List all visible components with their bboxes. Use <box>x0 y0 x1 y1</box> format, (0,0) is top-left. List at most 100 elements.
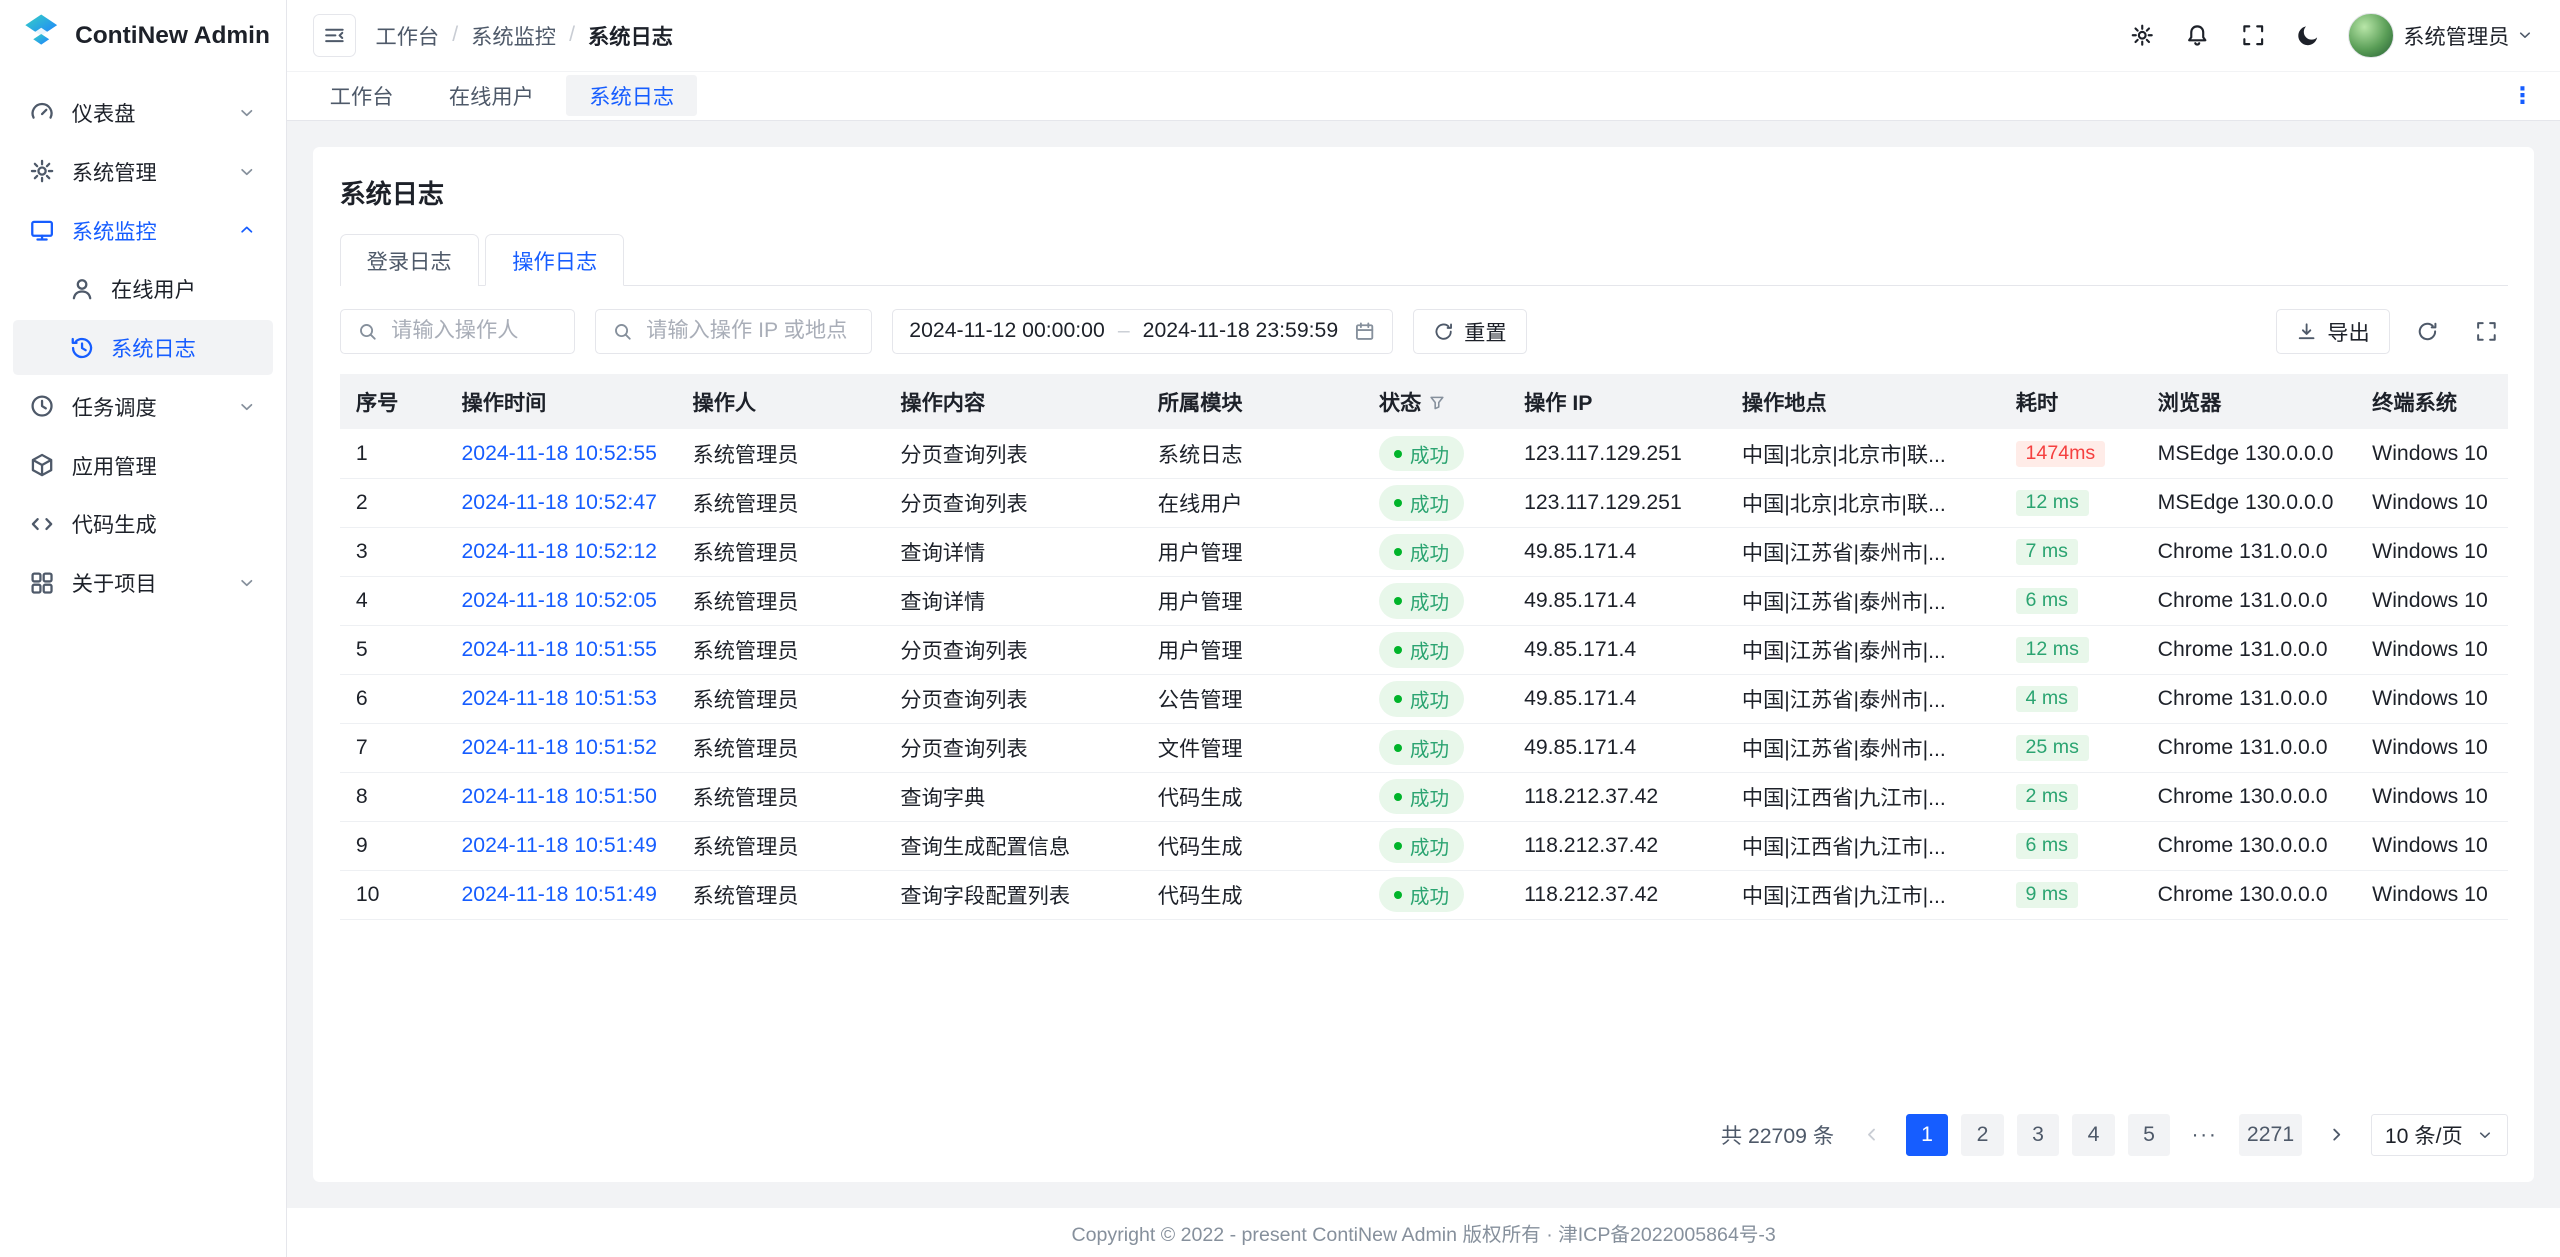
table-fullscreen-icon[interactable] <box>2465 310 2507 352</box>
export-button[interactable]: 导出 <box>2276 309 2391 355</box>
user-menu[interactable]: 系统管理员 <box>2403 20 2534 51</box>
cell-content: 分页查询列表 <box>884 625 1141 674</box>
settings-icon[interactable] <box>2119 13 2165 59</box>
cell-content: 查询生成配置信息 <box>884 821 1141 870</box>
operation-time-link[interactable]: 2024-11-18 10:52:05 <box>461 589 656 612</box>
tab-bar-more-icon[interactable]: ⋮ <box>2505 82 2541 109</box>
table-refresh-icon[interactable] <box>2407 310 2449 352</box>
operation-time-link[interactable]: 2024-11-18 10:51:49 <box>461 834 656 857</box>
cell-browser: Chrome 131.0.0.0 <box>2141 576 2356 625</box>
ip-search-input[interactable] <box>643 318 855 345</box>
monitor-icon <box>29 217 55 243</box>
sidebar-item-system-management[interactable]: 系统管理 <box>13 144 273 200</box>
cell-ip: 123.117.129.251 <box>1508 429 1726 478</box>
notification-bell-icon[interactable] <box>2175 13 2221 59</box>
pagination-ellipsis[interactable]: ··· <box>2183 1114 2225 1156</box>
dark-mode-moon-icon[interactable] <box>2286 13 2332 59</box>
copyright-text: Copyright © 2022 - present ContiNew Admi… <box>1072 1218 1776 1247</box>
cell-module: 用户管理 <box>1141 527 1362 576</box>
page-button-3[interactable]: 3 <box>2017 1114 2059 1156</box>
avatar[interactable] <box>2348 13 2394 59</box>
dashboard-icon <box>29 100 55 126</box>
status-badge: 成功 <box>1379 534 1464 570</box>
sidebar-item-app-management[interactable]: 应用管理 <box>13 437 273 493</box>
status-dot <box>1394 891 1402 899</box>
nav-tab-工作台[interactable]: 工作台 <box>307 75 416 116</box>
cell-browser: Chrome 131.0.0.0 <box>2141 674 2356 723</box>
table-row: 1 2024-11-18 10:52:55 系统管理员 分页查询列表 系统日志 … <box>340 429 2508 478</box>
page-button-4[interactable]: 4 <box>2072 1114 2114 1156</box>
sidebar-item-about-project[interactable]: 关于项目 <box>13 555 273 611</box>
table-row: 2 2024-11-18 10:52:47 系统管理员 分页查询列表 在线用户 … <box>340 478 2508 527</box>
cell-os: Windows 10 <box>2356 723 2508 772</box>
operation-time-link[interactable]: 2024-11-18 10:52:55 <box>461 442 656 465</box>
duration-badge: 9 ms <box>2016 882 2078 908</box>
breadcrumb-item[interactable]: 工作台 <box>375 20 439 51</box>
sidebar-menu: 仪表盘 系统管理 系统监控 在线用户 系统日志 任务调度 应用管理 代码生成 关 <box>0 72 286 624</box>
ip-search-field[interactable] <box>595 309 873 355</box>
schedule-icon <box>29 393 55 419</box>
column-header: 操作时间 <box>445 374 676 430</box>
log-tab-操作日志[interactable]: 操作日志 <box>485 234 624 287</box>
sidebar: ContiNew Admin 仪表盘 系统管理 系统监控 在线用户 系统日志 任… <box>0 0 287 1257</box>
duration-badge: 1474ms <box>2016 441 2105 467</box>
cell-os: Windows 10 <box>2356 429 2508 478</box>
table-row: 4 2024-11-18 10:52:05 系统管理员 查询详情 用户管理 成功… <box>340 576 2508 625</box>
settings-icon <box>29 158 55 184</box>
sidebar-item-dashboard[interactable]: 仪表盘 <box>13 85 273 141</box>
log-tab-登录日志[interactable]: 登录日志 <box>340 234 479 287</box>
sidebar-item-label: 在线用户 <box>111 273 257 304</box>
cell-content: 分页查询列表 <box>884 429 1141 478</box>
column-header: 操作 IP <box>1508 374 1726 430</box>
nav-tab-系统日志[interactable]: 系统日志 <box>566 75 697 116</box>
column-header: 操作人 <box>676 374 884 430</box>
sidebar-item-system-log[interactable]: 系统日志 <box>13 320 273 376</box>
sidebar-item-code-generation[interactable]: 代码生成 <box>13 496 273 552</box>
sidebar-item-system-monitor[interactable]: 系统监控 <box>13 202 273 258</box>
page-button-1[interactable]: 1 <box>1906 1114 1948 1156</box>
brand[interactable]: ContiNew Admin <box>0 0 286 72</box>
cell-content: 查询详情 <box>884 527 1141 576</box>
breadcrumb-item[interactable]: 系统监控 <box>471 20 556 51</box>
prev-page-button[interactable] <box>1850 1114 1892 1156</box>
status-badge: 成功 <box>1379 583 1464 619</box>
chevron-down-icon <box>2516 26 2534 44</box>
duration-badge: 12 ms <box>2016 490 2089 516</box>
sidebar-collapse-button[interactable] <box>313 14 355 56</box>
filter-funnel-icon[interactable] <box>1428 394 1446 412</box>
operation-time-link[interactable]: 2024-11-18 10:52:12 <box>461 540 656 563</box>
reset-button[interactable]: 重置 <box>1413 309 1528 355</box>
operation-time-link[interactable]: 2024-11-18 10:51:52 <box>461 736 656 759</box>
cell-browser: Chrome 130.0.0.0 <box>2141 772 2356 821</box>
cell-operator: 系统管理员 <box>676 821 884 870</box>
operation-time-link[interactable]: 2024-11-18 10:51:53 <box>461 687 656 710</box>
nav-tab-在线用户[interactable]: 在线用户 <box>426 75 557 116</box>
sidebar-item-online-user[interactable]: 在线用户 <box>13 261 273 317</box>
operation-time-link[interactable]: 2024-11-18 10:52:47 <box>461 491 656 514</box>
cell-os: Windows 10 <box>2356 576 2508 625</box>
status-badge: 成功 <box>1379 730 1464 766</box>
fullscreen-icon[interactable] <box>2230 13 2276 59</box>
cell-index: 2 <box>340 478 446 527</box>
date-start: 2024-11-12 00:00:00 <box>909 319 1104 343</box>
page-button-2[interactable]: 2 <box>1961 1114 2003 1156</box>
page-button-5[interactable]: 5 <box>2128 1114 2170 1156</box>
operator-search-field[interactable] <box>340 309 575 355</box>
operation-time-link[interactable]: 2024-11-18 10:51:49 <box>461 883 656 906</box>
page-size-select[interactable]: 10 条/页 <box>2371 1114 2508 1156</box>
user-name: 系统管理员 <box>2403 20 2509 51</box>
cell-ip: 49.85.171.4 <box>1508 527 1726 576</box>
page-button-2271[interactable]: 2271 <box>2239 1114 2303 1156</box>
date-range-picker[interactable]: 2024-11-12 00:00:00 – 2024-11-18 23:59:5… <box>892 309 1393 355</box>
status-badge: 成功 <box>1379 828 1464 864</box>
sidebar-item-task-schedule[interactable]: 任务调度 <box>13 379 273 435</box>
operation-time-link[interactable]: 2024-11-18 10:51:55 <box>461 638 656 661</box>
chevron-down-icon <box>237 397 257 417</box>
cell-location: 中国|江苏省|泰州市|... <box>1726 674 2000 723</box>
next-page-button[interactable] <box>2315 1114 2357 1156</box>
duration-badge: 12 ms <box>2016 637 2089 663</box>
search-icon <box>357 321 378 342</box>
operation-time-link[interactable]: 2024-11-18 10:51:50 <box>461 785 656 808</box>
operator-search-input[interactable] <box>388 318 558 345</box>
cell-module: 文件管理 <box>1141 723 1362 772</box>
